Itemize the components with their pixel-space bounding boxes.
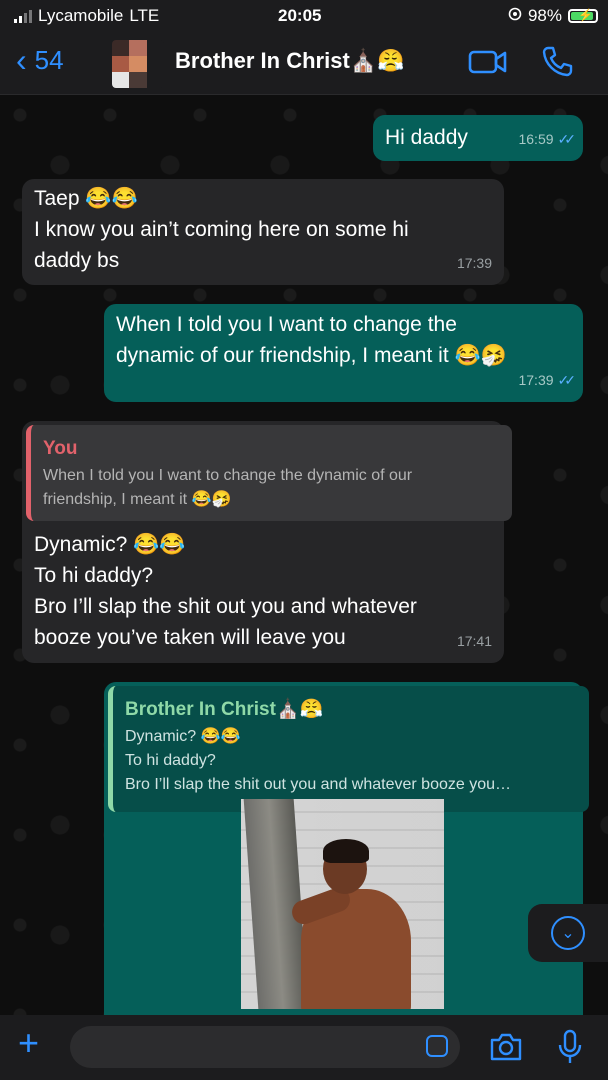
message-time: 17:39 <box>456 255 492 271</box>
quoted-message[interactable]: You When I told you I want to change the… <box>26 425 512 521</box>
signal-icon <box>14 9 32 23</box>
read-receipt-icon: ✓✓ <box>557 372 577 388</box>
battery-icon: ⚡ <box>568 8 598 23</box>
message-meta: 17:39 ✓✓ <box>518 365 577 396</box>
unread-count: 54 <box>34 44 64 75</box>
message-meta: 16:59 ✓✓ <box>518 124 577 155</box>
microphone-icon[interactable] <box>556 1029 584 1070</box>
chat-header: ‹ 54 Brother In Christ⛪😤 <box>0 32 608 95</box>
message-line: Dynamic? 😂😂 <box>34 533 186 556</box>
avatar[interactable] <box>112 40 164 88</box>
network-type: LTE <box>129 6 160 25</box>
message-incoming[interactable]: Taep 😂😂 I know you ain’t coming here on … <box>22 179 504 285</box>
message-outgoing[interactable]: Hi daddy 16:59 ✓✓ <box>373 115 583 161</box>
camera-icon[interactable] <box>488 1031 524 1068</box>
input-bar: + <box>0 1015 608 1080</box>
carrier-name: Lycamobile <box>38 6 124 25</box>
message-outgoing-image[interactable]: Brother In Christ⛪😤 Dynamic? 😂😂 To hi da… <box>104 682 589 1015</box>
plus-icon[interactable]: + <box>18 1025 39 1061</box>
sticker-icon[interactable] <box>426 1035 448 1057</box>
message-line: Bro I’ll slap the shit out you and whate… <box>34 595 417 618</box>
message-outgoing[interactable]: When I told you I want to change the dyn… <box>104 304 583 402</box>
message-time: 16:59 <box>518 131 554 147</box>
quoted-message[interactable]: Brother In Christ⛪😤 Dynamic? 😂😂 To hi da… <box>108 686 589 812</box>
message-body: When I told you I want to change the dyn… <box>116 309 507 371</box>
message-line: booze you’ve taken will leave you <box>34 626 346 649</box>
carrier-info: Lycamobile LTE <box>14 6 159 26</box>
attached-photo[interactable] <box>241 799 444 1009</box>
phone-icon[interactable] <box>540 44 574 83</box>
message-text: Hi daddy <box>385 126 468 149</box>
message-line: dynamic of our friendship, I meant it 😂🤧 <box>116 344 507 367</box>
clock: 20:05 <box>278 6 322 25</box>
contact-name[interactable]: Brother In Christ⛪😤 <box>175 48 405 74</box>
back-button[interactable]: ‹ 54 <box>16 44 64 76</box>
message-incoming-reply[interactable]: You When I told you I want to change the… <box>22 421 512 663</box>
message-body: Taep 😂😂 I know you ain’t coming here on … <box>34 183 409 276</box>
message-body: Dynamic? 😂😂 To hi daddy? Bro I’ll slap t… <box>34 529 417 653</box>
message-time: 17:41 <box>456 633 492 649</box>
quoted-line: friendship, I meant it 😂🤧 <box>43 491 232 508</box>
scroll-down-button[interactable]: ⌄ <box>528 904 608 962</box>
message-line: Taep 😂😂 <box>34 187 138 210</box>
message-line: daddy bs <box>34 249 120 272</box>
read-receipt-icon: ✓✓ <box>557 131 577 147</box>
message-line: To hi daddy? <box>34 564 154 587</box>
message-line: When I told you I want to change the <box>116 313 457 336</box>
battery-percent: 98% <box>527 6 562 25</box>
quoted-line: Dynamic? 😂😂 <box>125 728 241 745</box>
quoted-line: When I told you I want to change the dyn… <box>43 467 413 484</box>
message-meta: 17:39 <box>457 248 492 279</box>
quoted-line: To hi daddy? <box>125 752 216 769</box>
message-time: 17:39 <box>518 372 554 388</box>
quoted-author: Brother In Christ⛪😤 <box>125 699 324 720</box>
scroll-down-icon: ⌄ <box>551 916 585 950</box>
message-input[interactable] <box>70 1026 460 1068</box>
chevron-left-icon: ‹ <box>16 42 27 78</box>
message-line: I know you ain’t coming here on some hi <box>34 218 409 241</box>
status-right: 98% ⚡ <box>508 6 598 26</box>
quoted-line: Bro I’ll slap the shit out you and whate… <box>125 776 511 793</box>
screen-lock-icon <box>508 6 522 26</box>
message-meta: 17:41 <box>457 626 492 657</box>
quoted-author: You <box>43 438 78 459</box>
status-bar: Lycamobile LTE 20:05 98% ⚡ <box>0 0 608 32</box>
video-call-icon[interactable] <box>468 44 508 83</box>
chat-area[interactable]: Hi daddy 16:59 ✓✓ Taep 😂😂 I know you ain… <box>0 95 608 1015</box>
